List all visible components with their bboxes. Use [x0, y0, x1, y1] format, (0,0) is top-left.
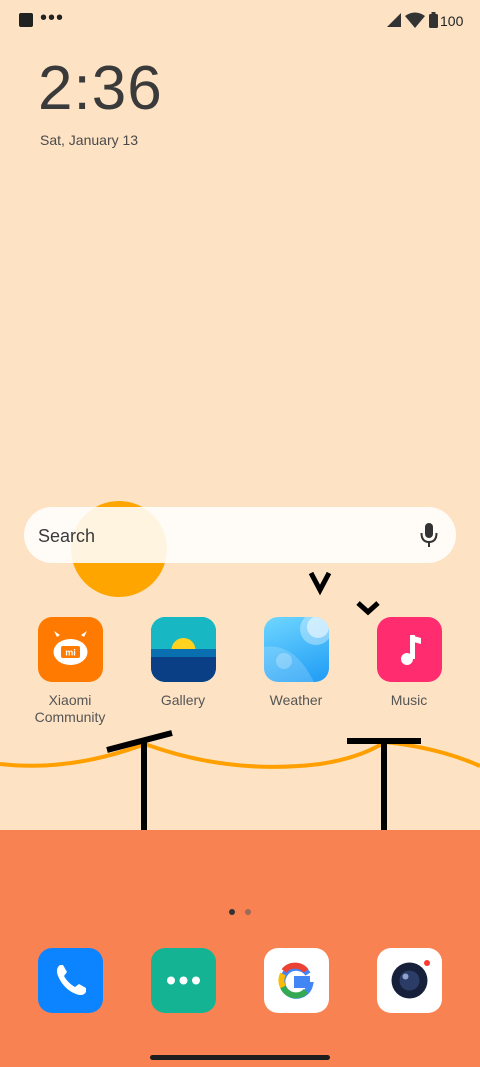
battery-icon	[429, 12, 438, 28]
clock-time[interactable]: 2:36	[38, 58, 163, 120]
wallpaper-bird-1	[308, 571, 332, 596]
app-xiaomi-community[interactable]: mi Xiaomi Community	[15, 617, 125, 726]
battery-level-text: 100	[440, 13, 464, 29]
app-gallery[interactable]: Gallery	[128, 617, 238, 709]
app-label: Music	[390, 692, 428, 708]
app-label: Xiaomi Community	[34, 692, 106, 725]
wallpaper-bird-2	[356, 601, 380, 616]
app-label: Gallery	[160, 692, 206, 708]
camera-icon[interactable]	[377, 948, 442, 1013]
xiaomi-community-icon: mi	[37, 617, 103, 682]
weather-icon	[263, 617, 329, 682]
svg-text:mi: mi	[65, 648, 76, 658]
cellular-signal-icon	[387, 13, 401, 27]
gesture-navigation-bar[interactable]	[150, 1055, 330, 1060]
app-weather[interactable]: Weather	[241, 617, 351, 709]
music-icon	[376, 617, 442, 682]
messages-icon[interactable]	[151, 948, 216, 1013]
page-indicator-current	[229, 909, 235, 915]
clock-date[interactable]: Sat, January 13	[40, 132, 138, 148]
search-bar[interactable]: Search	[24, 507, 456, 563]
google-icon[interactable]	[264, 948, 329, 1013]
phone-icon[interactable]	[38, 948, 103, 1013]
app-label: Weather	[269, 692, 323, 708]
app-music[interactable]: Music	[354, 617, 464, 709]
wifi-icon	[405, 12, 425, 28]
more-notifications-icon: •••	[40, 7, 65, 29]
gallery-icon	[150, 617, 216, 682]
app-notification-icon	[19, 13, 33, 27]
wallpaper-wire	[0, 739, 480, 769]
page-indicator-other	[245, 909, 251, 915]
status-bar: ••• 100	[0, 0, 480, 42]
microphone-icon[interactable]	[420, 522, 438, 548]
search-placeholder: Search	[38, 526, 96, 546]
